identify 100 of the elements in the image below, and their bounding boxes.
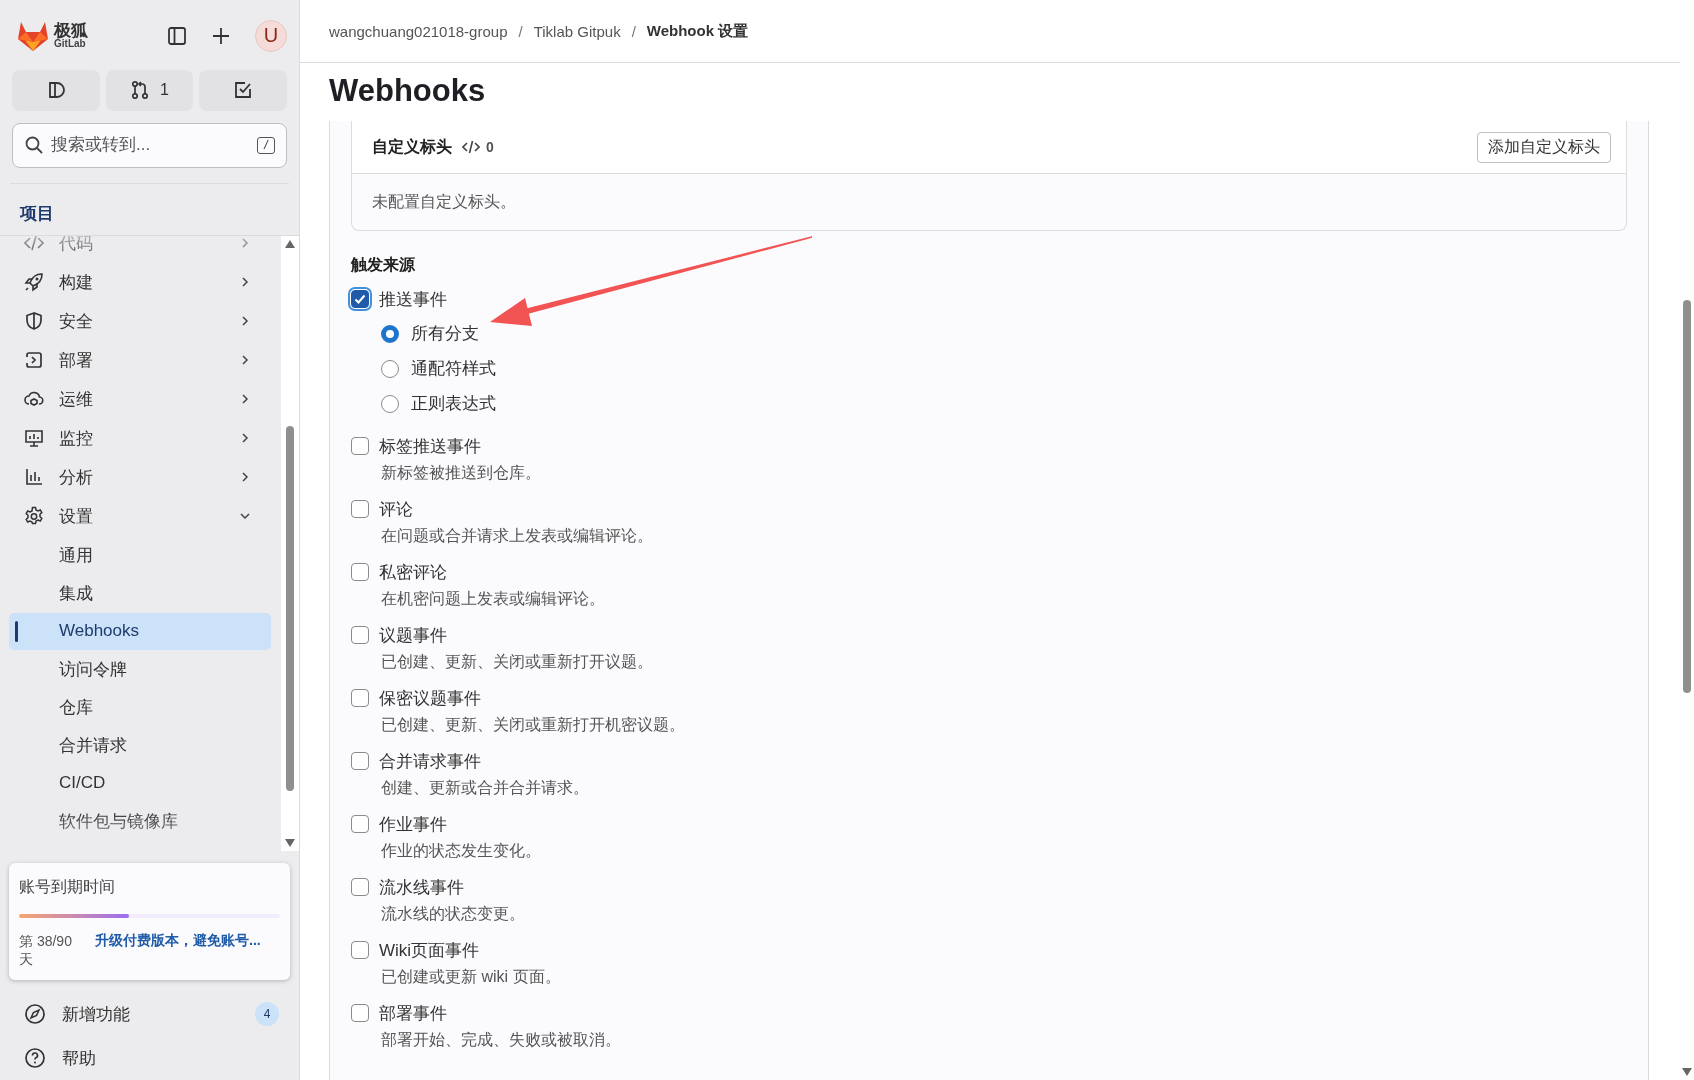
footer-item[interactable]: 帮助 <box>0 1036 299 1080</box>
checkbox[interactable] <box>351 815 369 833</box>
event-description: 流水线的状态变更。 <box>380 904 526 924</box>
event-label: 部署事件 <box>379 1002 447 1025</box>
card-title: 自定义标头 <box>372 136 452 157</box>
nav-item[interactable]: 部署 <box>0 340 281 380</box>
count-badge: 4 <box>255 1002 279 1026</box>
deploy-icon <box>24 350 44 371</box>
issue-icon <box>46 81 65 100</box>
event-label: 流水线事件 <box>379 876 464 899</box>
nav-item[interactable]: 构建 <box>0 262 281 302</box>
page-title: Webhooks <box>329 73 487 110</box>
radio-button[interactable] <box>381 324 399 343</box>
event-label: 推送事件 <box>379 288 447 311</box>
trial-title: 账号到期时间 <box>19 876 116 897</box>
quick-action-button[interactable]: 1 <box>105 69 194 111</box>
event-label: 保密议题事件 <box>379 687 481 710</box>
checkbox[interactable] <box>351 941 369 959</box>
nav-item[interactable]: 监控 <box>0 418 281 458</box>
radio-label: 通配符样式 <box>411 358 496 380</box>
breadcrumb-link[interactable]: Webhook 设置 <box>646 21 749 41</box>
chevron-right-icon <box>239 237 251 250</box>
nav-subitem[interactable]: 软件包与镜像库 <box>9 802 271 840</box>
event-label: 评论 <box>379 498 413 521</box>
quick-action-button[interactable] <box>199 69 287 111</box>
user-avatar[interactable]: U <box>255 20 287 52</box>
event-label: 私密评论 <box>379 561 447 584</box>
event-description: 已创建或更新 wiki 页面。 <box>380 967 562 987</box>
compass-icon <box>24 1003 46 1025</box>
checkbox[interactable] <box>351 1004 369 1022</box>
nav-subitem[interactable]: 合并请求 <box>9 726 271 764</box>
nav-item[interactable]: 分析 <box>0 457 281 497</box>
monitor-icon <box>24 428 44 449</box>
nav-subitem[interactable]: CI/CD <box>9 764 271 802</box>
event-label: 标签推送事件 <box>379 435 481 458</box>
nav-item[interactable]: 安全 <box>0 301 281 341</box>
checkbox[interactable] <box>351 689 369 707</box>
add-header-button[interactable]: 添加自定义标头 <box>1477 131 1611 163</box>
event-description: 部署开始、完成、失败或被取消。 <box>380 1030 622 1050</box>
radio-button[interactable] <box>381 359 399 378</box>
header-count: 0 <box>486 139 494 155</box>
code-icon <box>462 140 480 154</box>
event-description: 作业的状态发生变化。 <box>380 841 542 861</box>
breadcrumb-link[interactable]: Tiklab Gitpuk <box>533 22 621 40</box>
merge-request-icon <box>130 80 151 101</box>
checkbox[interactable] <box>351 437 369 455</box>
search-icon <box>24 134 44 155</box>
logo-subtitle: GitLab <box>54 39 86 50</box>
event-label: Wiki页面事件 <box>379 939 480 962</box>
shortcut-key: / <box>257 136 275 154</box>
section-title: 项目 <box>18 202 55 225</box>
breadcrumb-separator: / <box>518 22 523 40</box>
todo-check-icon <box>233 80 254 101</box>
help-icon <box>24 1047 46 1069</box>
checkbox[interactable] <box>351 626 369 644</box>
sidebar-toggle-icon[interactable] <box>167 26 187 46</box>
scroll-up-arrow-icon[interactable] <box>285 239 295 248</box>
nav-subitem[interactable]: Webhooks <box>9 612 271 650</box>
event-description: 在问题或合并请求上发表或编辑评论。 <box>380 526 654 546</box>
footer-item[interactable]: 新增功能 4 <box>0 992 299 1036</box>
scroll-down-arrow-icon[interactable] <box>1682 1068 1692 1076</box>
page-scrollbar-thumb[interactable] <box>1683 300 1691 693</box>
checkbox[interactable] <box>351 500 369 518</box>
empty-message: 未配置自定义标头。 <box>372 191 516 212</box>
radio-label: 正则表达式 <box>411 393 496 415</box>
event-description: 创建、更新或合并合并请求。 <box>380 778 590 798</box>
nav-subitem[interactable]: 集成 <box>9 574 271 612</box>
event-description: 已创建、更新、关闭或重新打开机密议题。 <box>380 715 686 735</box>
nav-subitem[interactable]: 访问令牌 <box>9 650 271 688</box>
checkbox[interactable] <box>351 878 369 896</box>
breadcrumb-separator: / <box>631 22 636 40</box>
section-heading: 触发来源 <box>351 255 416 275</box>
event-label: 合并请求事件 <box>379 750 481 773</box>
chevron-right-icon <box>239 432 251 445</box>
scrollbar-thumb[interactable] <box>286 425 294 791</box>
nav-subitem[interactable]: 通用 <box>9 536 271 574</box>
radio-button[interactable] <box>381 394 399 413</box>
fox-logo-icon <box>16 20 50 52</box>
nav-subitem[interactable]: 仓库 <box>9 688 271 726</box>
plus-icon[interactable] <box>211 26 231 46</box>
shield-icon <box>24 311 44 332</box>
chevron-right-icon <box>239 276 251 289</box>
event-label: 议题事件 <box>379 624 447 647</box>
breadcrumb-link[interactable]: wangchuang021018-group <box>329 22 508 40</box>
checkbox[interactable] <box>351 290 369 308</box>
event-description: 新标签被推送到仓库。 <box>380 463 542 483</box>
quick-action-button[interactable] <box>12 69 100 111</box>
chevron-right-icon <box>239 393 251 406</box>
trial-days: 第 38/90 天 <box>19 931 79 968</box>
event-description: 已创建、更新、关闭或重新打开议题。 <box>380 652 654 672</box>
checkbox[interactable] <box>351 563 369 581</box>
nav-item[interactable]: 运维 <box>0 379 281 419</box>
upgrade-link[interactable]: 升级付费版本，避免账号... <box>95 931 261 968</box>
logo-name: 极狐 <box>54 22 88 40</box>
event-label: 作业事件 <box>379 813 447 836</box>
scroll-down-arrow-icon[interactable] <box>285 838 295 847</box>
checkbox[interactable] <box>351 752 369 770</box>
nav-item[interactable]: 设置 <box>0 496 281 536</box>
chevron-right-icon <box>239 471 251 484</box>
event-description: 在机密问题上发表或编辑评论。 <box>380 589 606 609</box>
